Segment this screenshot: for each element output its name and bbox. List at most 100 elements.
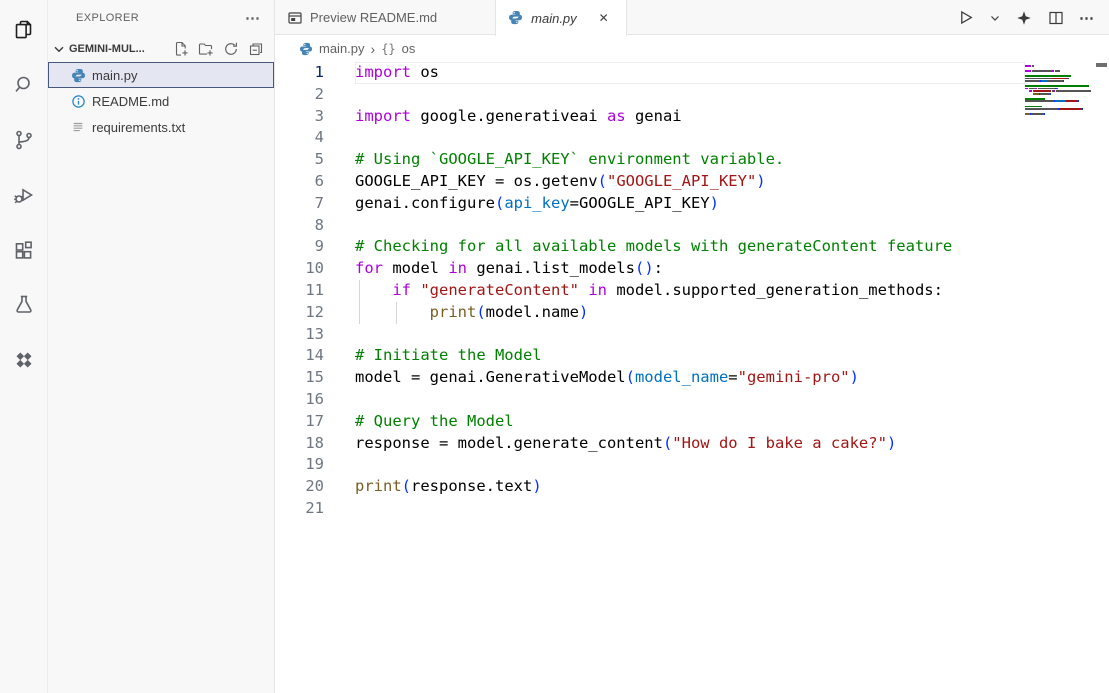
activity-search-button[interactable] [0, 57, 48, 112]
line-number[interactable]: 2 [275, 84, 355, 106]
line-number[interactable]: 19 [275, 454, 355, 476]
line-number[interactable]: 7 [275, 193, 355, 215]
code-line-12[interactable]: 12 print(model.name) [275, 302, 1025, 324]
beaker-icon [12, 293, 36, 317]
line-number[interactable]: 3 [275, 106, 355, 128]
activity-extensions-button[interactable] [0, 222, 48, 277]
split-editor-icon[interactable] [1047, 9, 1064, 26]
minimap-line [1025, 90, 1095, 92]
line-number[interactable]: 9 [275, 236, 355, 258]
code-line-2[interactable]: 2 [275, 84, 1025, 106]
sparkle-icon[interactable] [1015, 9, 1032, 26]
collapse-all-icon[interactable] [248, 41, 264, 57]
tab-label: Preview README.md [310, 10, 437, 25]
line-content: model = genai.GenerativeModel(model_name… [355, 367, 1025, 389]
minimap[interactable] [1025, 62, 1095, 693]
breadcrumb-symbol[interactable]: os [402, 41, 416, 56]
run-dropdown-chevron-icon[interactable] [989, 9, 1000, 26]
line-number[interactable]: 13 [275, 324, 355, 346]
vscode-window: EXPLORER ⋯ GEMINI-MUL... [0, 0, 1109, 693]
line-content: # Initiate the Model [355, 345, 1025, 367]
activity-explorer-button[interactable] [0, 2, 48, 57]
overview-ruler[interactable] [1095, 62, 1109, 693]
file-item-requirements-txt[interactable]: requirements.txt [48, 114, 274, 140]
file-item-main-py[interactable]: main.py [48, 62, 274, 88]
line-number[interactable]: 8 [275, 215, 355, 237]
minimap-line [1025, 116, 1095, 118]
file-name: requirements.txt [92, 120, 185, 135]
minimap-line [1025, 80, 1095, 82]
code-area[interactable]: 1import os23import google.generativeai a… [275, 62, 1025, 693]
line-number[interactable]: 15 [275, 367, 355, 389]
line-number[interactable]: 10 [275, 258, 355, 280]
line-number[interactable]: 11 [275, 280, 355, 302]
code-line-11[interactable]: 11 if "generateContent" in model.support… [275, 280, 1025, 302]
minimap-line [1025, 75, 1095, 77]
folder-section-header[interactable]: GEMINI-MUL... [48, 36, 274, 62]
indent-guide-line [396, 302, 397, 324]
activity-run-debug-button[interactable] [0, 167, 48, 222]
code-line-19[interactable]: 19 [275, 454, 1025, 476]
tab-preview-readme[interactable]: Preview README.md [275, 0, 495, 35]
code-line-10[interactable]: 10for model in genai.list_models(): [275, 258, 1025, 280]
minimap-line [1025, 65, 1095, 67]
code-line-9[interactable]: 9# Checking for all available models wit… [275, 236, 1025, 258]
line-number[interactable]: 1 [275, 62, 355, 84]
minimap-line [1025, 73, 1095, 75]
line-number[interactable]: 4 [275, 127, 355, 149]
minimap-line [1025, 68, 1095, 70]
code-line-16[interactable]: 16 [275, 389, 1025, 411]
code-line-14[interactable]: 14# Initiate the Model [275, 345, 1025, 367]
refresh-icon[interactable] [223, 41, 239, 57]
code-line-17[interactable]: 17# Query the Model [275, 411, 1025, 433]
line-number[interactable]: 20 [275, 476, 355, 498]
folder-name: GEMINI-MUL... [69, 43, 145, 55]
line-number[interactable]: 6 [275, 171, 355, 193]
code-line-13[interactable]: 13 [275, 324, 1025, 346]
code-line-5[interactable]: 5# Using `GOOGLE_API_KEY` environment va… [275, 149, 1025, 171]
minimap-line [1025, 83, 1095, 85]
line-number[interactable]: 18 [275, 433, 355, 455]
close-icon[interactable]: ✕ [594, 8, 614, 28]
search-icon [12, 73, 36, 97]
line-content: # Query the Model [355, 411, 1025, 433]
activity-testing-button[interactable] [0, 277, 48, 332]
code-line-1[interactable]: 1import os [275, 62, 1025, 84]
code-line-3[interactable]: 3import google.generativeai as genai [275, 106, 1025, 128]
minimap-line [1025, 70, 1095, 72]
line-number[interactable]: 16 [275, 389, 355, 411]
breadcrumb-file[interactable]: main.py [319, 41, 365, 56]
activity-source-control-button[interactable] [0, 112, 48, 167]
file-name: README.md [92, 94, 169, 109]
code-line-20[interactable]: 20print(response.text) [275, 476, 1025, 498]
minimap-line [1025, 85, 1095, 87]
cursor-position-marker [1096, 63, 1107, 67]
line-number[interactable]: 21 [275, 498, 355, 520]
code-line-4[interactable]: 4 [275, 127, 1025, 149]
new-folder-button[interactable] [198, 41, 214, 57]
new-file-button[interactable] [173, 41, 189, 57]
line-content: print(model.name) [355, 302, 1025, 324]
sidebar-title: EXPLORER [76, 12, 139, 24]
line-number[interactable]: 17 [275, 411, 355, 433]
file-item-readme-md[interactable]: README.md [48, 88, 274, 114]
code-line-8[interactable]: 8 [275, 215, 1025, 237]
minimap-line [1025, 95, 1095, 97]
minimap-line [1025, 93, 1095, 95]
line-number[interactable]: 14 [275, 345, 355, 367]
line-content: # Using `GOOGLE_API_KEY` environment var… [355, 149, 1025, 171]
activity-gemini-extension-button[interactable] [0, 332, 48, 387]
line-number[interactable]: 12 [275, 302, 355, 324]
code-line-6[interactable]: 6GOOGLE_API_KEY = os.getenv("GOOGLE_API_… [275, 171, 1025, 193]
line-content [355, 454, 1025, 476]
code-line-7[interactable]: 7genai.configure(api_key=GOOGLE_API_KEY) [275, 193, 1025, 215]
more-actions-button[interactable]: ⋯ [1079, 9, 1095, 27]
sidebar-more-actions-button[interactable]: ⋯ [245, 11, 260, 26]
code-line-15[interactable]: 15model = genai.GenerativeModel(model_na… [275, 367, 1025, 389]
code-line-18[interactable]: 18response = model.generate_content("How… [275, 433, 1025, 455]
line-number[interactable]: 5 [275, 149, 355, 171]
tab-main-py[interactable]: main.py ✕ [495, 0, 627, 36]
run-button[interactable] [957, 9, 974, 26]
code-line-21[interactable]: 21 [275, 498, 1025, 520]
editor-group: Preview README.md main.py ✕ [275, 0, 1109, 693]
